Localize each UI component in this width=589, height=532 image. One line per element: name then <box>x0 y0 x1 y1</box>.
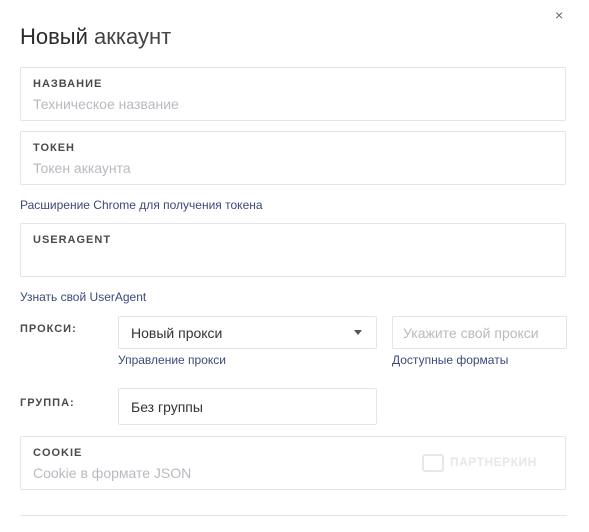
proxy-select[interactable]: Новый прокси <box>118 316 377 349</box>
proxy-input-placeholder: Укажите свой прокси <box>403 325 539 341</box>
chrome-extension-link[interactable]: Расширение Chrome для получения токена <box>20 198 263 212</box>
proxy-select-value: Новый прокси <box>131 325 223 341</box>
group-label: ГРУППА: <box>20 397 75 409</box>
useragent-link[interactable]: Узнать свой UserAgent <box>20 290 146 304</box>
name-field-placeholder: Техническое название <box>33 96 179 112</box>
watermark: ПАРТНЕРКИН <box>422 454 537 472</box>
proxy-formats-link[interactable]: Доступные форматы <box>392 353 508 367</box>
token-field-label: ТОКЕН <box>33 142 75 154</box>
name-field-label: НАЗВАНИЕ <box>33 78 103 90</box>
proxy-label: ПРОКСИ: <box>20 323 77 335</box>
group-select-value: Без группы <box>131 399 203 415</box>
watermark-text: ПАРТНЕРКИН <box>450 455 537 470</box>
chevron-down-icon <box>354 330 362 335</box>
close-icon[interactable]: × <box>555 8 563 22</box>
useragent-field-label: USERAGENT <box>33 234 112 246</box>
proxy-input[interactable]: Укажите свой прокси <box>392 316 567 349</box>
dialog-title-bold: Новый <box>20 24 88 49</box>
watermark-logo-icon <box>422 454 444 472</box>
token-field[interactable]: ТОКЕН Токен аккаунта <box>20 131 566 185</box>
dialog-title: Новый аккаунт <box>20 24 171 50</box>
dialog-title-light: аккаунт <box>94 24 172 49</box>
divider <box>20 515 567 516</box>
group-select[interactable]: Без группы <box>118 388 377 425</box>
token-field-placeholder: Токен аккаунта <box>33 160 131 176</box>
useragent-field[interactable]: USERAGENT <box>20 223 566 277</box>
name-field[interactable]: НАЗВАНИЕ Техническое название <box>20 67 566 121</box>
proxy-manage-link[interactable]: Управление прокси <box>118 353 226 367</box>
